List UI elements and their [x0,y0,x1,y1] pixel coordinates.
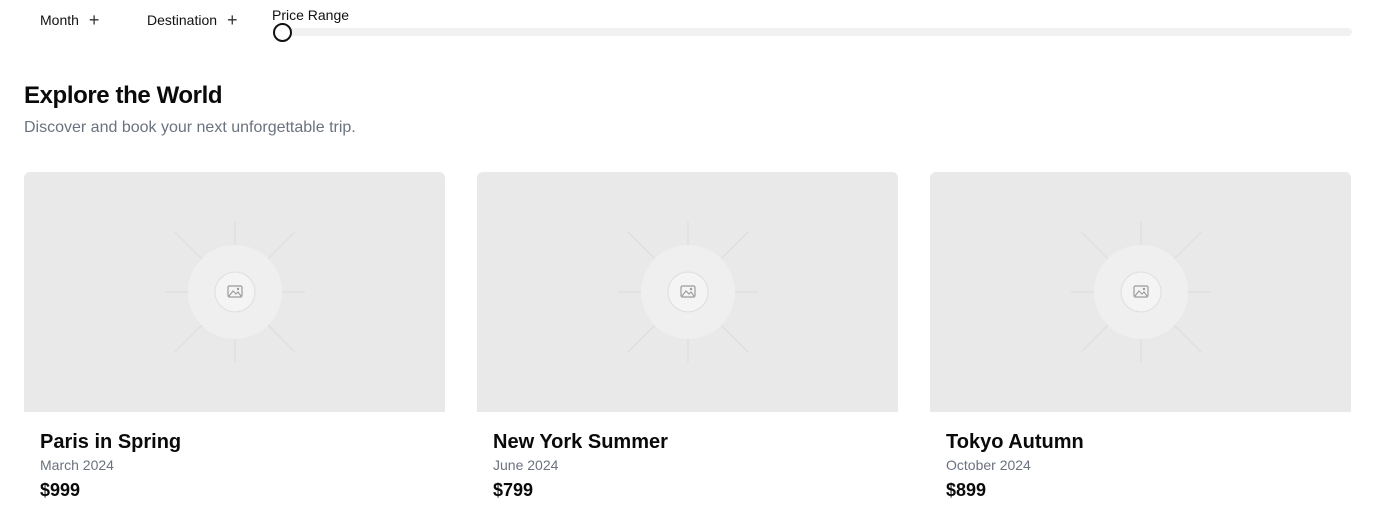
destination-filter-button[interactable]: Destination + [147,10,238,30]
trip-title: New York Summer [493,431,668,453]
month-filter-label: Month [40,12,79,28]
trip-image-placeholder [477,172,898,412]
price-range-label: Price Range [272,7,350,23]
trip-image-placeholder [24,172,445,412]
trip-date: October 2024 [946,457,1031,473]
trip-title: Paris in Spring [40,431,182,453]
trip-card[interactable]: Tokyo Autumn October 2024 $899 [930,172,1351,502]
trip-image-placeholder [930,172,1351,412]
destination-filter-label: Destination [147,12,218,28]
plus-icon: + [227,10,238,30]
trip-card-body: Tokyo Autumn October 2024 $899 [930,412,1351,502]
plus-icon: + [88,10,100,30]
trip-date: March 2024 [40,457,114,473]
price-range-slider-thumb[interactable] [273,23,292,42]
month-filter-button[interactable]: Month + [40,10,99,30]
trip-card-list: Paris in Spring March 2024 $999 New York… [24,172,1352,502]
trip-date: June 2024 [493,457,559,473]
image-placeholder-icon [617,222,758,362]
trip-price: $799 [493,480,534,500]
image-placeholder-icon [1070,222,1211,362]
trip-card[interactable]: Paris in Spring March 2024 $999 [24,172,445,502]
page-subtitle: Discover and book your next unforgettabl… [24,119,356,136]
image-placeholder-icon [164,222,305,362]
trip-card-body: Paris in Spring March 2024 $999 [24,412,445,502]
trip-card[interactable]: New York Summer June 2024 $799 [477,172,898,502]
trip-title: Tokyo Autumn [946,431,1084,453]
trip-price: $999 [40,480,81,500]
trip-card-body: New York Summer June 2024 $799 [477,412,898,502]
page-title: Explore the World [24,82,223,109]
filter-bar: Month + Destination + Price Range [0,0,1376,44]
price-range-slider-track[interactable] [282,28,1352,36]
trip-price: $899 [946,480,987,500]
